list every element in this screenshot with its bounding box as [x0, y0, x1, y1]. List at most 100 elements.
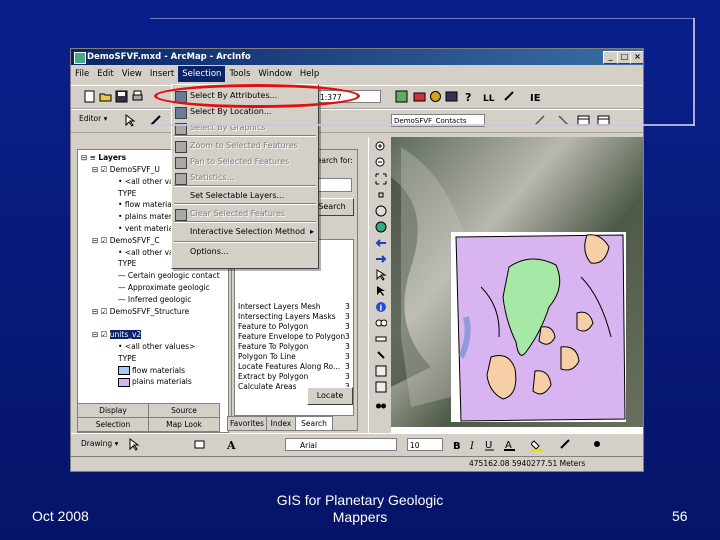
toc-layer[interactable]: ⊟ ☑ DemoSFVF_Structure [92, 306, 189, 317]
fill-color-icon[interactable] [531, 438, 544, 451]
search-result-item[interactable]: Feature To Polygon [238, 342, 308, 352]
pan-icon[interactable] [375, 205, 387, 217]
menu-edit[interactable]: Edit [93, 66, 117, 82]
toc-layer[interactable]: ⊟ ☑ DemoSFVF_U [92, 164, 160, 175]
select-features-icon[interactable] [375, 269, 387, 281]
drawing-menu[interactable]: Drawing ▾ [81, 439, 118, 448]
binoculars-icon[interactable] [375, 399, 387, 411]
zoom-out-icon[interactable] [375, 157, 387, 169]
time-slider-icon[interactable] [375, 365, 387, 377]
close-button[interactable]: × [630, 51, 643, 64]
toc-legend-item[interactable]: plains materials [118, 376, 192, 387]
menu-item-interactive-selection-method[interactable]: Interactive Selection Method ▸ [172, 225, 318, 239]
select-elements-tool-icon[interactable] [127, 438, 140, 451]
font-size-combo[interactable]: 10 [407, 438, 443, 451]
tab-search[interactable]: Search [295, 416, 333, 431]
minimize-button[interactable]: _ [603, 51, 618, 64]
menu-window[interactable]: Window [254, 66, 296, 82]
editor-menu[interactable]: Editor ▾ [79, 114, 107, 123]
toc-legend-item[interactable]: TYPE [118, 258, 136, 269]
text-tool-icon[interactable]: IE [529, 90, 542, 103]
menu-tools[interactable]: Tools [225, 66, 254, 82]
toc-legend-item[interactable]: TYPE [118, 188, 136, 199]
open-folder-icon[interactable] [99, 90, 112, 103]
search-result-item[interactable]: Feature to Polygon [238, 322, 308, 332]
toc-root[interactable]: ⊟ ≡ Layers [81, 152, 126, 163]
menu-insert[interactable]: Insert [146, 66, 178, 82]
search-result-count: 3 [345, 372, 350, 381]
underline-icon[interactable]: U [483, 438, 496, 451]
menu-item-zoom-to-selected-features[interactable]: Zoom to Selected Features [172, 139, 318, 153]
tab-display[interactable]: Display [77, 403, 149, 418]
save-icon[interactable] [115, 90, 128, 103]
toc-legend-item[interactable]: TYPE [118, 353, 136, 364]
tab-favorites[interactable]: Favorites [227, 416, 267, 431]
search-result-item[interactable]: Locate Features Along Ro... [238, 362, 340, 372]
back-extent-icon[interactable] [375, 237, 387, 249]
identify-icon[interactable]: i [375, 301, 387, 313]
edit-tool-icon[interactable] [123, 114, 136, 127]
print-icon[interactable] [131, 90, 144, 103]
toc-legend-item[interactable]: • flow materials [118, 199, 178, 210]
search-result-item[interactable]: Feature Envelope to Polygon [238, 332, 345, 342]
toc-legend-item[interactable]: flow materials [118, 365, 185, 376]
search-result-item[interactable]: Intersecting Layers Masks [238, 312, 336, 322]
toc-legend-item[interactable]: — Approximate geologic [118, 282, 210, 293]
overview-icon[interactable] [375, 381, 387, 393]
menu-item-pan-to-selected-features[interactable]: Pan to Selected Features [172, 155, 318, 169]
marker-color-icon[interactable] [591, 438, 604, 451]
line-color-icon[interactable] [559, 438, 572, 451]
menu-item-set-selectable-layers[interactable]: Set Selectable Layers... [172, 189, 318, 203]
zoom-in-icon[interactable] [375, 141, 387, 153]
toc-layer[interactable]: ⊟ ☑ units_v2 [92, 329, 142, 340]
forward-extent-icon[interactable] [375, 253, 387, 265]
arccatalog-icon[interactable] [429, 90, 442, 103]
select-elements-icon[interactable] [375, 285, 387, 297]
search-result-item[interactable]: Calculate Areas [238, 382, 297, 392]
command-line-icon[interactable] [445, 90, 458, 103]
svg-text:LL: LL [483, 94, 495, 103]
italic-icon[interactable]: I [467, 438, 480, 451]
arctoolbox-icon[interactable] [413, 90, 426, 103]
menu-item-clear-selected-features[interactable]: Clear Selected Features [172, 207, 318, 221]
toc-legend-item[interactable]: • <all other values> [118, 341, 195, 352]
fixed-zoom-in-icon[interactable] [375, 173, 387, 185]
drawing-toolbar: Drawing ▾ A Arial 10 B I U A [71, 433, 643, 457]
menu-view[interactable]: View [118, 66, 146, 82]
search-result-item[interactable]: Polygon To Line [238, 352, 296, 362]
hyperlink-tool-icon[interactable] [375, 349, 387, 361]
toc-layer[interactable]: ⊟ ☑ DemoSFVF_C [92, 235, 160, 246]
map-display[interactable] [391, 137, 643, 437]
tab-source[interactable]: Source [148, 403, 220, 418]
tab-selection[interactable]: Selection [77, 417, 149, 432]
find-icon[interactable] [375, 317, 387, 329]
menu-file[interactable]: File [71, 66, 93, 82]
tab-map-look[interactable]: Map Look [148, 417, 220, 432]
menu-item-statistics[interactable]: Statistics... [172, 171, 318, 185]
toc-legend-item[interactable]: — Inferred geologic [118, 294, 191, 305]
font-combo[interactable]: Arial [285, 438, 397, 451]
menu-help[interactable]: Help [296, 66, 323, 82]
new-text-icon[interactable]: A [225, 438, 238, 451]
toc-legend-item[interactable]: • vent materials [118, 223, 179, 234]
label-tool-icon[interactable]: LL [483, 90, 496, 103]
measure-icon[interactable] [375, 333, 387, 345]
full-extent-icon[interactable] [375, 221, 387, 233]
editor-toolbar-icon[interactable] [395, 90, 408, 103]
search-result-item[interactable]: Extract by Polygon [238, 372, 308, 382]
hyperlink-icon[interactable] [503, 90, 516, 103]
font-color-icon[interactable]: A [503, 438, 516, 451]
svg-text:I: I [469, 441, 475, 451]
search-result-item[interactable]: Intersect Layers Mesh [238, 302, 321, 312]
menu-item-options[interactable]: Options... [172, 245, 318, 259]
tab-index[interactable]: Index [266, 416, 296, 431]
toc-legend-item[interactable]: — Certain geologic contact [118, 270, 220, 281]
menu-selection[interactable]: Selection [178, 66, 226, 82]
fixed-zoom-out-icon[interactable] [375, 189, 387, 201]
slide-decoration-vertical [693, 18, 695, 126]
locate-button[interactable]: Locate [307, 387, 353, 405]
rectangle-tool-icon[interactable] [193, 438, 206, 451]
new-document-icon[interactable] [83, 90, 96, 103]
bold-icon[interactable]: B [451, 438, 464, 451]
whats-this-icon[interactable]: ? [463, 90, 476, 103]
